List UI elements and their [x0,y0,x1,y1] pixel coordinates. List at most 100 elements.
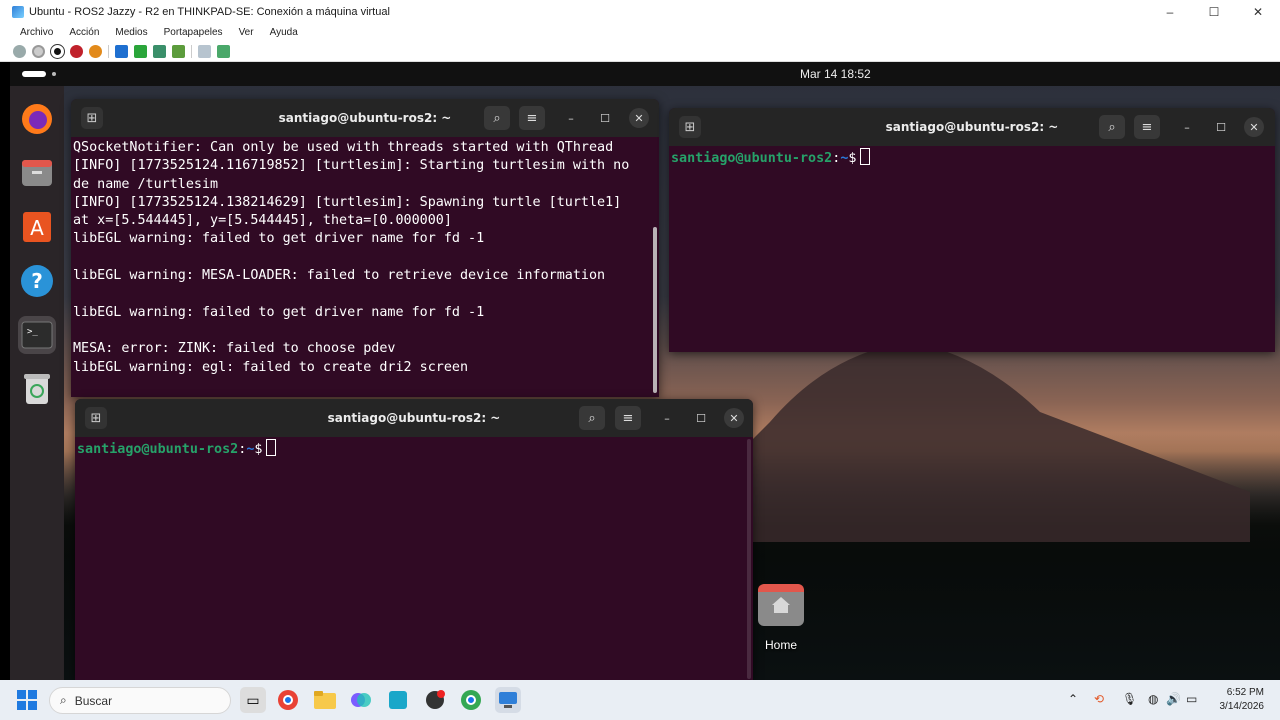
ctrl-alt-del-icon[interactable] [13,44,26,58]
close-icon[interactable]: ✕ [1244,117,1264,137]
close-button[interactable]: ✕ [1236,0,1280,24]
files-icon[interactable] [18,154,56,192]
terminal-icon[interactable]: >_ [18,316,56,354]
checkpoint-icon[interactable] [153,44,166,58]
hamburger-menu-icon[interactable]: ≡ [1134,115,1160,139]
task-view-icon[interactable]: ▭ [240,687,266,713]
menu-ver[interactable]: Ver [239,27,254,38]
host-menubar: Archivo Acción Medios Portapapeles Ver A… [0,24,1280,41]
taskbar-clock[interactable]: 6:52 PM 3/14/2026 [1220,686,1265,714]
terminal-line: libEGL warning: MESA-LOADER: failed to r… [73,268,606,284]
search-icon[interactable]: ⌕ [484,106,510,130]
topbar-clock[interactable]: Mar 14 18:52 [800,67,871,81]
hamburger-menu-icon[interactable]: ≡ [615,406,641,430]
maximize-icon[interactable]: ☐ [595,108,615,128]
close-icon[interactable]: ✕ [629,108,649,128]
hyperv-connection-icon[interactable] [495,687,521,713]
new-tab-icon[interactable]: ⊞ [85,407,107,429]
hamburger-menu-icon[interactable]: ≡ [519,106,545,130]
terminal-3-headerbar[interactable]: ⊞ santiago@ubuntu-ros2: ~ ⌕ ≡ – ☐ ✕ [75,399,753,437]
minimize-icon[interactable]: – [657,408,677,428]
terminal-line: QSocketNotifier: Can only be used with t… [73,140,614,155]
home-folder-icon [758,584,804,626]
desktop-home-folder[interactable]: Home [756,584,806,652]
search-icon[interactable]: ⌕ [579,406,605,430]
terminal-1-title: santiago@ubuntu-ros2: ~ [278,111,452,125]
search-icon: ⌕ [60,693,67,707]
svg-text:>_: >_ [27,327,38,337]
minimize-button[interactable]: – [1148,0,1192,24]
resume-icon[interactable] [134,44,147,58]
new-tab-icon[interactable]: ⊞ [679,116,701,138]
start-icon[interactable] [32,44,45,58]
terminal-1-headerbar[interactable]: ⊞ santiago@ubuntu-ros2: ~ ⌕ ≡ – ☐ ✕ [71,99,659,137]
terminal-2-output[interactable]: santiago@ubuntu-ros2:~$ [669,146,1275,168]
menu-accion[interactable]: Acción [69,27,99,38]
terminal-3-output[interactable]: santiago@ubuntu-ros2:~$ [75,437,753,459]
host-toolbar [0,41,1280,62]
share-icon[interactable] [217,44,230,58]
pause-icon[interactable] [115,44,128,58]
trash-icon[interactable] [18,370,56,408]
ubuntu-dock: A ? >_ [10,86,64,680]
toolbar-separator [108,44,109,58]
text-cursor [860,148,871,165]
guest-desktop: Mar 14 18:52 A ? >_ ⊞ santiago@ubuntu-ro… [10,62,1280,680]
store-icon[interactable] [385,687,411,713]
terminal-line: de name /turtlesim [73,176,219,192]
menu-archivo[interactable]: Archivo [20,27,53,38]
close-icon[interactable]: ✕ [724,408,744,428]
search-label: Buscar [74,693,113,708]
maximize-button[interactable]: ☐ [1192,0,1236,24]
menu-portapapeles[interactable]: Portapapeles [164,27,223,38]
prompt-line: santiago@ubuntu-ros2:~$ [77,439,753,459]
terminal-1-output[interactable]: QSocketNotifier: Can only be used with t… [71,137,659,377]
prompt-symbol: $ [254,442,263,457]
terminal-window-1[interactable]: ⊞ santiago@ubuntu-ros2: ~ ⌕ ≡ – ☐ ✕ QSoc… [71,99,659,397]
activities-indicator[interactable] [22,71,46,77]
tray-app-icon[interactable]: ⟲ [1094,692,1104,706]
search-icon[interactable]: ⌕ [1099,115,1125,139]
terminal-window-2[interactable]: ⊞ santiago@ubuntu-ros2: ~ ⌕ ≡ – ☐ ✕ sant… [669,108,1275,352]
firefox-icon[interactable] [18,100,56,138]
gnome-topbar: Mar 14 18:52 [10,62,1280,86]
workspace-dot[interactable] [52,72,56,76]
copilot-icon[interactable] [348,687,374,713]
chrome-profile-icon[interactable] [458,687,484,713]
shutdown-icon[interactable] [70,44,83,58]
file-explorer-icon[interactable] [312,687,338,713]
volume-icon[interactable]: 🔊 [1166,692,1181,706]
toolbar-separator [191,44,192,58]
prompt-symbol: $ [848,151,857,166]
enhanced-session-icon[interactable] [198,44,211,58]
battery-icon[interactable]: ▭ [1186,692,1197,706]
tray-chevron-icon[interactable]: ⌃ [1068,692,1078,706]
windows-start-icon[interactable] [14,687,40,713]
microphone-icon[interactable]: 🎙 [1122,692,1137,706]
minimize-icon[interactable]: – [1177,117,1197,137]
terminal-line: [INFO] [1773525124.116719852] [turtlesim… [73,158,630,174]
taskbar-search[interactable]: ⌕ Buscar [49,687,231,714]
terminal-2-headerbar[interactable]: ⊞ santiago@ubuntu-ros2: ~ ⌕ ≡ – ☐ ✕ [669,108,1275,146]
terminal-3-scrollbar[interactable] [747,439,751,679]
save-state-icon[interactable] [89,44,102,58]
terminal-window-3[interactable]: ⊞ santiago@ubuntu-ros2: ~ ⌕ ≡ – ☐ ✕ sant… [75,399,753,680]
terminal-line: MESA: error: ZINK: failed to choose pdev [73,341,396,357]
app-icon[interactable] [422,687,448,713]
maximize-icon[interactable]: ☐ [1211,117,1231,137]
terminal-1-scrollbar[interactable] [653,227,657,393]
terminal-line: libEGL warning: egl: failed to create dr… [73,359,469,375]
maximize-icon[interactable]: ☐ [691,408,711,428]
help-icon[interactable]: ? [18,262,56,300]
minimize-icon[interactable]: – [561,108,581,128]
menu-ayuda[interactable]: Ayuda [270,27,298,38]
chrome-icon[interactable] [275,687,301,713]
new-tab-icon[interactable]: ⊞ [81,107,103,129]
turn-off-icon[interactable] [50,43,65,59]
revert-icon[interactable] [172,44,185,58]
network-icon[interactable]: ◍ [1148,692,1158,706]
app-center-icon[interactable]: A [18,208,56,246]
menu-medios[interactable]: Medios [115,27,147,38]
